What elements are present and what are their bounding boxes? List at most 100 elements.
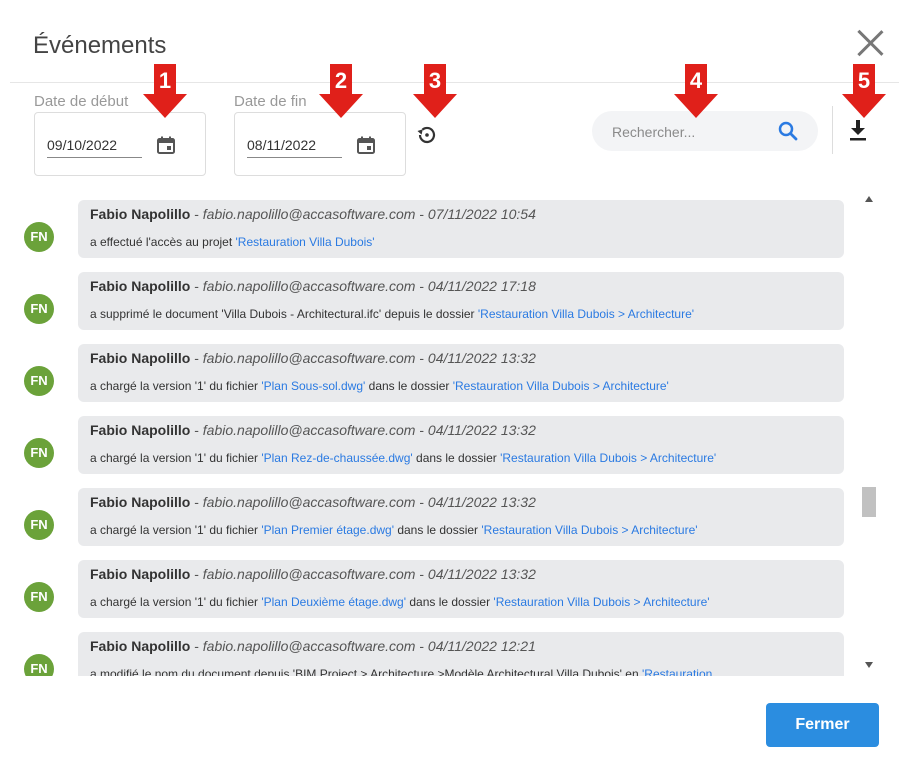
event-author: Fabio Napolillo [90, 278, 191, 294]
scroll-down-arrow[interactable] [865, 662, 873, 668]
event-text: a supprimé le document 'Villa Dubois - A… [90, 307, 478, 321]
event-link[interactable]: 'Restauration Villa Dubois' [236, 235, 375, 249]
separator: - [415, 206, 428, 222]
event-author: Fabio Napolillo [90, 350, 191, 366]
event-email: fabio.napolillo@accasoftware.com [202, 278, 416, 294]
separator: - [190, 206, 203, 222]
event-link[interactable]: 'Plan Rez-de-chaussée.dwg' [261, 451, 412, 465]
separator: - [190, 350, 203, 366]
event-timestamp: 04/11/2022 13:32 [427, 494, 536, 510]
event-text: a chargé la version '1' du fichier [90, 379, 262, 393]
event-email: fabio.napolillo@accasoftware.com [202, 494, 416, 510]
event-description: a chargé la version '1' du fichier 'Plan… [90, 379, 836, 393]
event-bubble: Fabio Napolillo - fabio.napolillo@accaso… [78, 344, 844, 402]
event-bubble: Fabio Napolillo - fabio.napolillo@accaso… [78, 632, 844, 676]
event-email: fabio.napolillo@accasoftware.com [202, 350, 416, 366]
toolbar-divider [832, 106, 833, 154]
start-date-field[interactable]: 09/10/2022 [34, 112, 206, 176]
close-button[interactable]: Fermer [766, 703, 879, 747]
event-item: FN Fabio Napolillo - fabio.napolillo@acca… [22, 272, 870, 336]
event-header: Fabio Napolillo - fabio.napolillo@accaso… [90, 494, 536, 510]
event-item: FN Fabio Napolillo - fabio.napolillo@acca… [22, 344, 870, 408]
event-timestamp: 04/11/2022 17:18 [427, 278, 536, 294]
end-date-field[interactable]: 08/11/2022 [234, 112, 406, 176]
event-email: fabio.napolillo@accasoftware.com [202, 422, 416, 438]
end-date-label: Date de fin [234, 93, 307, 110]
separator: - [415, 278, 428, 294]
scroll-thumb[interactable] [862, 487, 876, 517]
event-text: a chargé la version '1' du fichier [90, 451, 262, 465]
separator: - [190, 278, 203, 294]
event-email: fabio.napolillo@accasoftware.com [202, 566, 416, 582]
avatar: FN [24, 510, 54, 540]
event-bubble: Fabio Napolillo - fabio.napolillo@accaso… [78, 416, 844, 474]
event-author: Fabio Napolillo [90, 494, 191, 510]
start-date-value[interactable]: 09/10/2022 [47, 137, 117, 153]
event-item: FN Fabio Napolillo - fabio.napolillo@acca… [22, 488, 870, 552]
event-bubble: Fabio Napolillo - fabio.napolillo@accaso… [78, 200, 844, 258]
event-link[interactable]: 'Restauration Villa Dubois > Architectur… [478, 307, 694, 321]
event-text: a effectué l'accès au projet [90, 235, 236, 249]
avatar: FN [24, 222, 54, 252]
event-text: dans le dossier [365, 379, 453, 393]
scroll-up-arrow[interactable] [865, 196, 873, 202]
separator: - [415, 638, 428, 654]
event-timestamp: 07/11/2022 10:54 [427, 206, 536, 222]
separator: - [190, 494, 203, 510]
history-reset-icon[interactable] [414, 122, 440, 148]
event-header: Fabio Napolillo - fabio.napolillo@accaso… [90, 566, 536, 582]
dialog-title: Événements [33, 32, 167, 59]
event-email: fabio.napolillo@accasoftware.com [202, 638, 416, 654]
end-date-value[interactable]: 08/11/2022 [247, 137, 316, 153]
event-header: Fabio Napolillo - fabio.napolillo@accaso… [90, 422, 536, 438]
event-description: a supprimé le document 'Villa Dubois - A… [90, 307, 836, 321]
event-author: Fabio Napolillo [90, 638, 191, 654]
start-date-label: Date de début [34, 93, 129, 110]
separator: - [190, 566, 203, 582]
event-header: Fabio Napolillo - fabio.napolillo@accaso… [90, 206, 536, 222]
event-text: a chargé la version '1' du fichier [90, 523, 262, 537]
event-description: a chargé la version '1' du fichier 'Plan… [90, 595, 836, 609]
event-link[interactable]: 'Restauration [642, 667, 712, 676]
calendar-icon[interactable] [357, 136, 375, 154]
event-link[interactable]: 'Restauration Villa Dubois > Architectur… [500, 451, 716, 465]
event-list[interactable]: FN Fabio Napolillo - fabio.napolillo@acca… [22, 186, 870, 676]
start-date-underline [47, 157, 142, 158]
event-header: Fabio Napolillo - fabio.napolillo@accaso… [90, 638, 536, 654]
event-item: FN Fabio Napolillo - fabio.napolillo@acca… [22, 632, 870, 676]
download-icon[interactable] [848, 118, 868, 142]
event-link[interactable]: 'Restauration Villa Dubois > Architectur… [493, 595, 709, 609]
annotation-number: 1 [158, 68, 172, 93]
separator: - [190, 422, 203, 438]
event-bubble: Fabio Napolillo - fabio.napolillo@accaso… [78, 560, 844, 618]
avatar: FN [24, 654, 54, 676]
annotation-number: 3 [428, 68, 442, 93]
avatar: FN [24, 294, 54, 324]
calendar-icon[interactable] [157, 136, 175, 154]
event-text: a modifié le nom du document depuis 'BIM… [90, 667, 642, 676]
event-description: a modifié le nom du document depuis 'BIM… [90, 667, 836, 676]
event-text: dans le dossier [406, 595, 494, 609]
event-link[interactable]: 'Plan Sous-sol.dwg' [261, 379, 365, 393]
event-author: Fabio Napolillo [90, 422, 191, 438]
event-text: dans le dossier [412, 451, 501, 465]
event-bubble: Fabio Napolillo - fabio.napolillo@accaso… [78, 488, 844, 546]
event-description: a chargé la version '1' du fichier 'Plan… [90, 451, 836, 465]
avatar: FN [24, 438, 54, 468]
event-author: Fabio Napolillo [90, 566, 191, 582]
annotation-number: 4 [689, 68, 703, 93]
search-icon[interactable] [778, 121, 798, 141]
event-link[interactable]: 'Plan Deuxième étage.dwg' [261, 595, 406, 609]
annotation-number: 2 [334, 68, 348, 93]
scrollbar[interactable] [860, 186, 878, 676]
event-timestamp: 04/11/2022 12:21 [427, 638, 536, 654]
event-text: dans le dossier [394, 523, 482, 537]
event-item: FN Fabio Napolillo - fabio.napolillo@acca… [22, 416, 870, 480]
event-link[interactable]: 'Plan Premier étage.dwg' [261, 523, 394, 537]
event-link[interactable]: 'Restauration Villa Dubois > Architectur… [453, 379, 669, 393]
event-link[interactable]: 'Restauration Villa Dubois > Architectur… [481, 523, 697, 537]
separator: - [190, 638, 203, 654]
separator: - [415, 566, 428, 582]
avatar: FN [24, 366, 54, 396]
close-icon[interactable] [855, 28, 885, 58]
